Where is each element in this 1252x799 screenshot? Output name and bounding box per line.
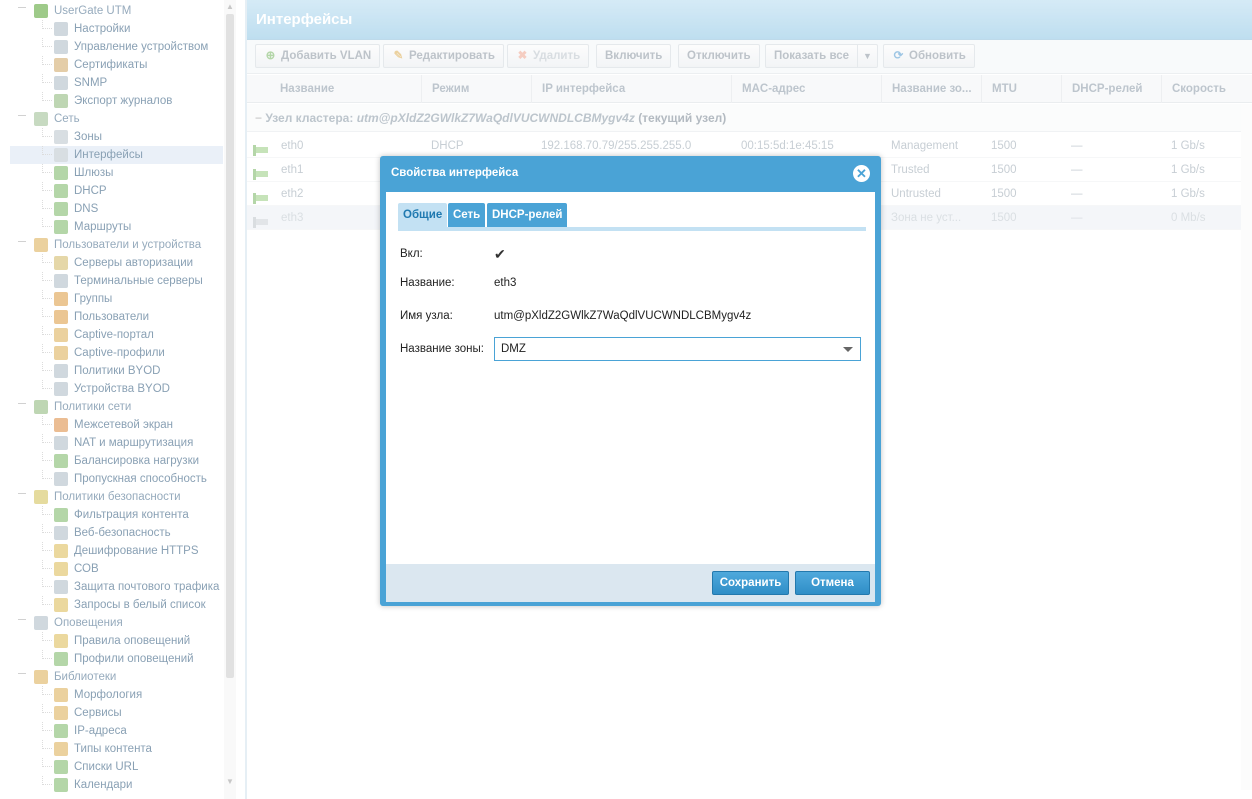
enabled-label: Вкл: [400, 248, 423, 260]
tab-dhcp-relay[interactable]: DHCP-релей [487, 203, 568, 227]
dialog-title: Свойства интерфейса [391, 167, 519, 179]
dialog-body: Общие Сеть DHCP-релей Вкл: ✔ Название: e… [386, 192, 875, 564]
name-value: eth3 [494, 277, 517, 289]
cancel-button[interactable]: Отмена [795, 571, 870, 595]
node-label: Имя узла: [400, 310, 453, 322]
save-button[interactable]: Сохранить [712, 571, 789, 595]
tab-strip [398, 227, 866, 231]
enabled-checkbox[interactable]: ✔ [494, 247, 508, 261]
dialog-footer: Сохранить Отмена [386, 564, 875, 602]
chevron-down-icon[interactable] [843, 347, 853, 352]
interface-properties-dialog: Свойства интерфейса ✕ Общие Сеть DHCP-ре… [380, 156, 881, 606]
zone-select-value: DMZ [501, 343, 526, 355]
tab-network[interactable]: Сеть [448, 203, 486, 227]
close-icon[interactable]: ✕ [853, 165, 870, 182]
name-label: Название: [400, 277, 455, 289]
zone-label: Название зоны: [400, 343, 484, 355]
zone-select[interactable]: DMZ [494, 337, 861, 361]
tab-general[interactable]: Общие [398, 203, 448, 227]
node-value: utm@pXldZ2GWlkZ7WaQdlVUCWNDLCBMygv4z [494, 310, 752, 322]
